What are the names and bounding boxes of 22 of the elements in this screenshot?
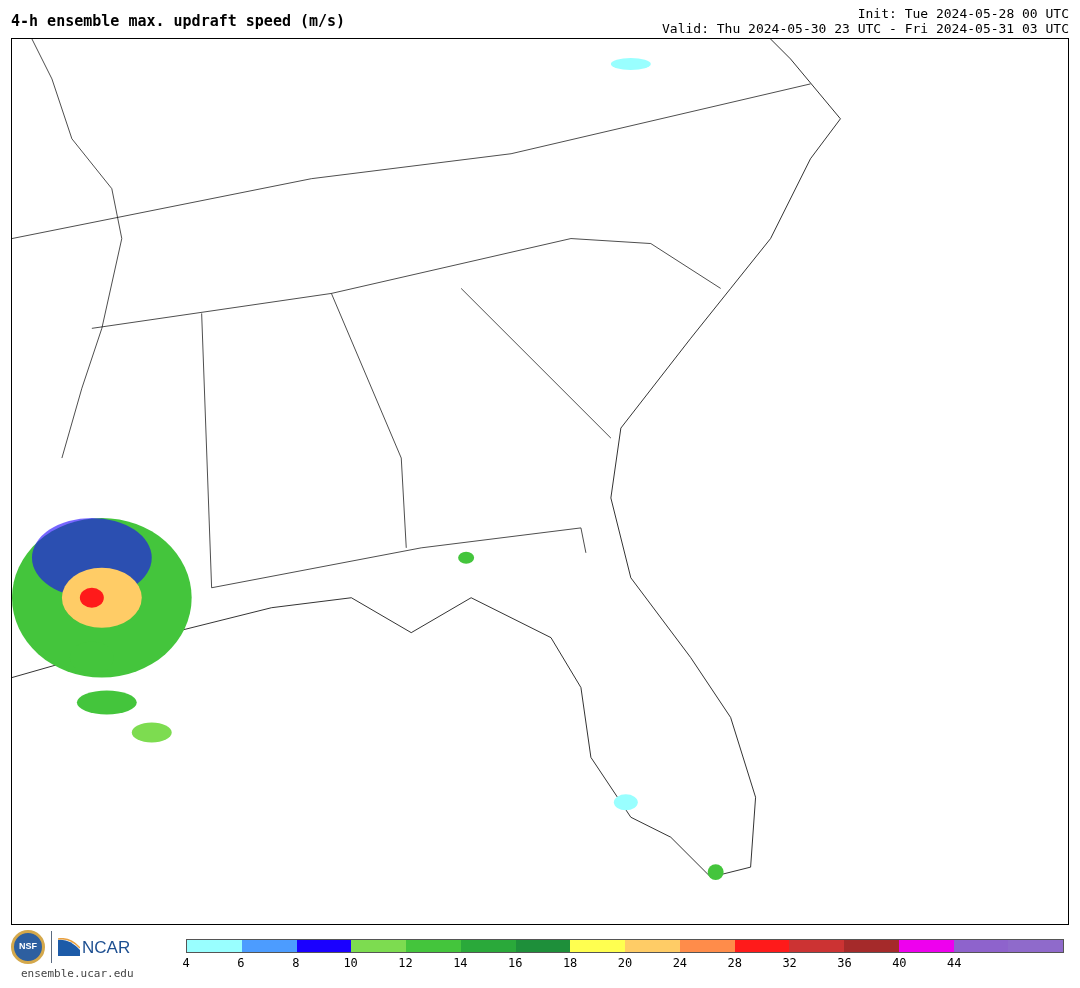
chart-title: 4-h ensemble max. updraft speed (m/s): [11, 14, 346, 29]
legend-tick-label: 10: [343, 957, 358, 969]
legend-tick-label: 14: [453, 957, 468, 969]
legend-tick-label: 4: [182, 957, 190, 969]
ncar-logo-text: NCAR: [82, 938, 131, 956]
nsf-logo: NSF: [11, 930, 45, 964]
valid-time: Valid: Thu 2024-05-30 23 UTC - Fri 2024-05-31 03 UTC: [662, 21, 1069, 36]
legend-tick-label: 8: [292, 957, 300, 969]
ncar-logo-icon: [58, 938, 80, 956]
legend-tick-label: 32: [782, 957, 797, 969]
legend-tick-label: 6: [237, 957, 245, 969]
legend-tick-label: 40: [892, 957, 907, 969]
legend-tick-label: 44: [947, 957, 962, 969]
legend-tick-label: 12: [398, 957, 413, 969]
legend-tick-label: 16: [508, 957, 523, 969]
site-url: ensemble.ucar.edu: [21, 966, 134, 982]
legend-tick-label: 24: [672, 957, 688, 969]
init-time: Init: Tue 2024-05-28 00 UTC: [857, 6, 1069, 21]
legend-tick-label: 20: [617, 957, 633, 969]
legend-tick-label: 28: [727, 957, 742, 969]
legend-tick-label: 18: [562, 957, 578, 969]
legend-tick-label: 36: [837, 957, 852, 969]
